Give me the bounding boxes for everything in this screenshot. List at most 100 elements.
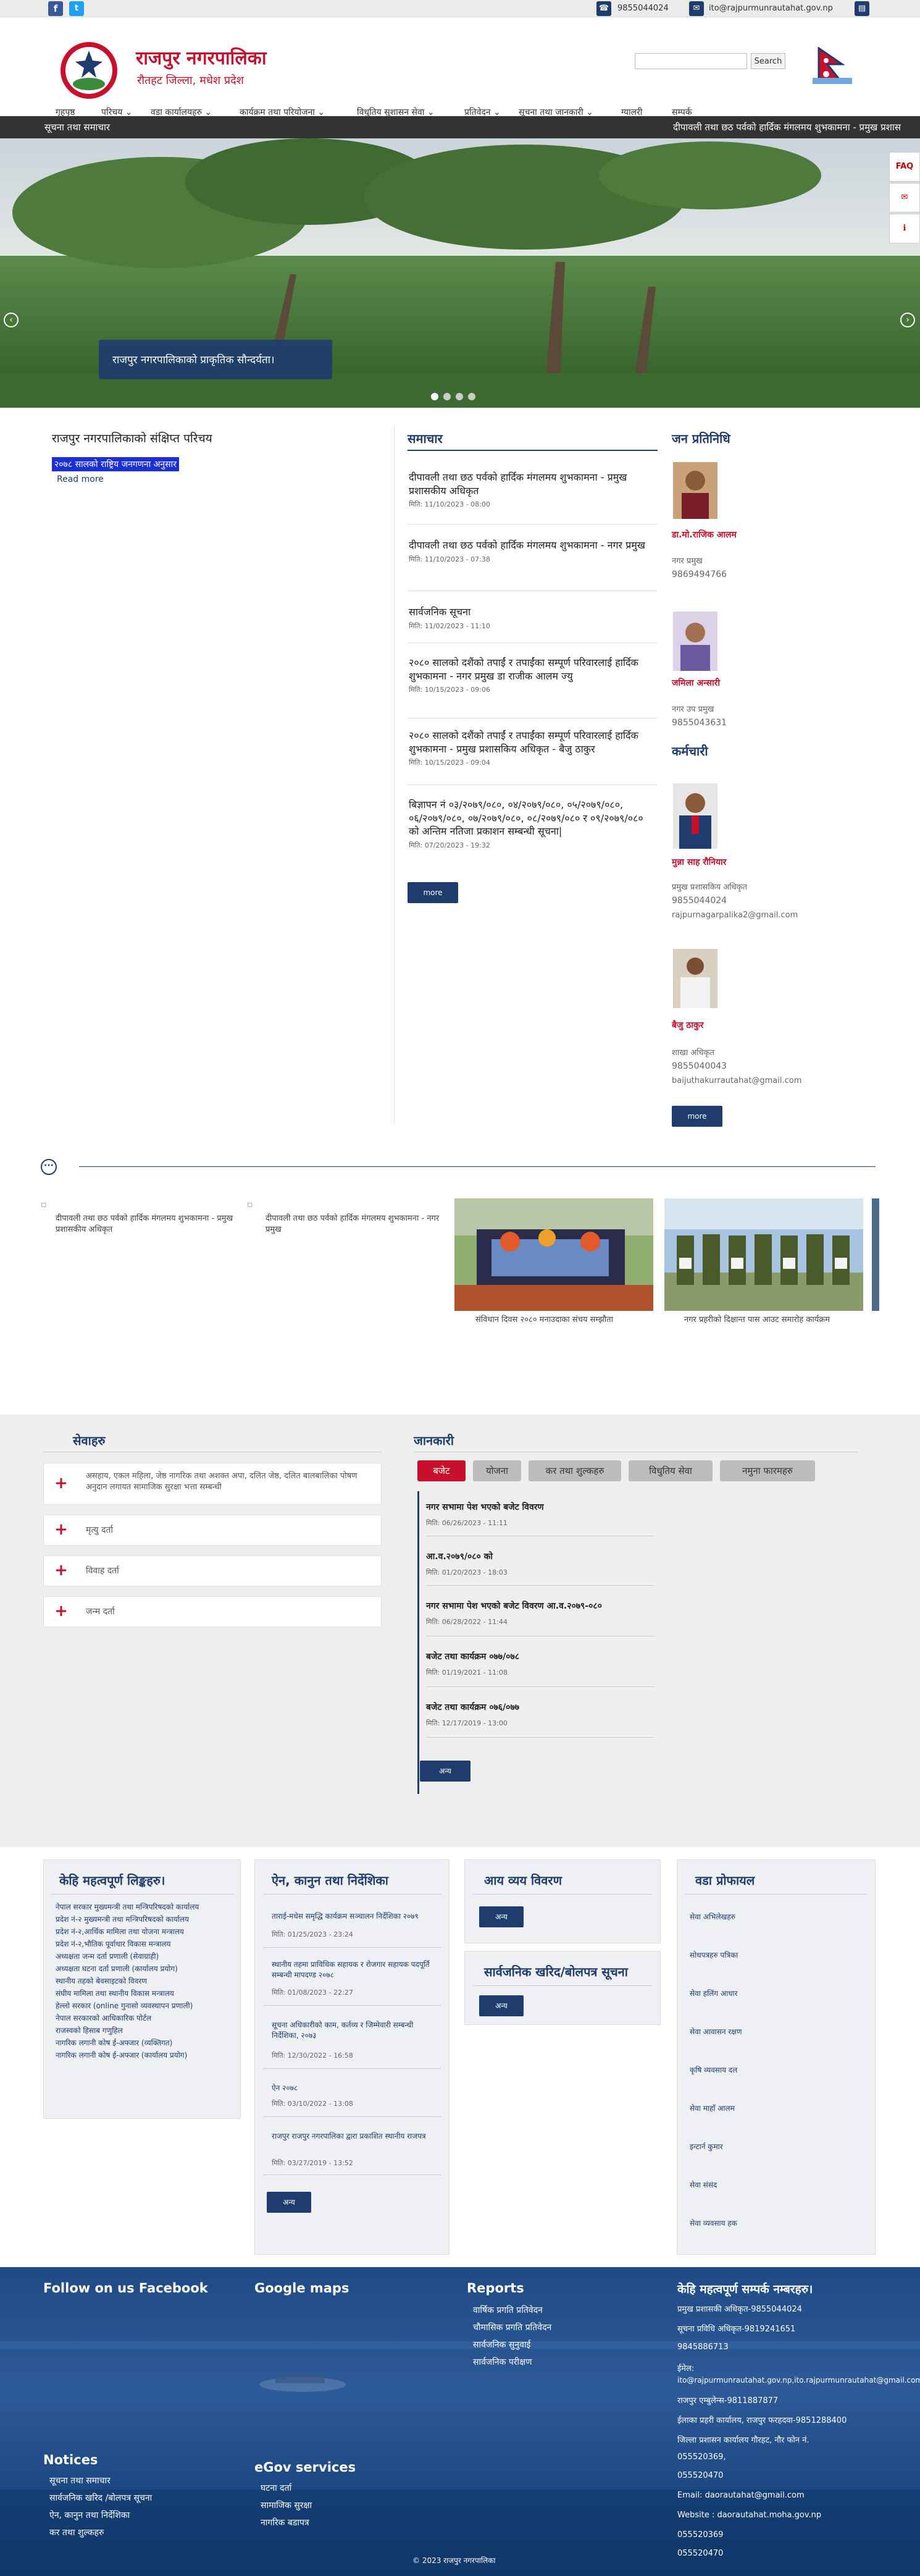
news-item[interactable]: सार्वजनिक सूचना मिति: 11/02/2023 - 11:10: [409, 605, 656, 631]
news-title[interactable]: २०८० सालको दशैंको तपाईं र तपाईंका सम्पूर…: [409, 729, 656, 756]
ward-link[interactable]: सेवा व्यवसाय हक: [690, 2218, 737, 2228]
plus-icon[interactable]: +: [44, 1463, 78, 1504]
footer-report-link[interactable]: वार्षिक प्रगति प्रतिवेदन: [473, 2304, 543, 2316]
gallery-image[interactable]: [664, 1198, 863, 1311]
ticker-text[interactable]: दीपावली तथा छठ पर्वको हार्दिक मंगलमय शुभ…: [673, 121, 920, 133]
footer-contact[interactable]: Website : daorautahat.moha.gov.np: [677, 2511, 821, 2520]
ward-link[interactable]: कृषि व्यवसाय दल: [690, 2065, 737, 2075]
chat-icon[interactable]: ✉: [889, 183, 920, 213]
important-link[interactable]: नागरिक लगानी कोष ई-अफ्जार (व्यक्तिगत): [56, 2037, 172, 2048]
news-title[interactable]: दीपावली तथा छठ पर्वको हार्दिक मंगलमय शुभ…: [409, 471, 656, 497]
footer-egov-link[interactable]: नागरिक बडापत्र: [261, 2517, 309, 2528]
facebook-icon[interactable]: f: [48, 1, 63, 16]
budget-title[interactable]: नगर सभामा पेश भएको बजेट विवरण: [426, 1501, 544, 1513]
news-item[interactable]: २०८० सालको दशैंको तपाईं र तपाईंका सम्पूर…: [409, 729, 656, 767]
plus-icon[interactable]: +: [44, 1515, 78, 1545]
footer-notice-link[interactable]: सार्वजनिक खरिद /बोलपत्र सूचना: [49, 2492, 152, 2504]
important-link[interactable]: अध्यक्षता जन्म दर्ता प्रणाली (सेवाग्राही…: [56, 1951, 159, 1961]
rep-name[interactable]: डा.मो.राजिक आलम: [672, 529, 737, 541]
info-icon[interactable]: ℹ: [889, 214, 920, 243]
service-accordion-item[interactable]: + मृत्यु दर्ता: [43, 1515, 382, 1546]
budget-more-button[interactable]: अन्य: [420, 1761, 470, 1782]
gallery-caption[interactable]: नगर प्रहरीको दिक्षान्त पास आउट समारोह का…: [684, 1315, 851, 1326]
tab-plans[interactable]: योजना: [473, 1460, 521, 1481]
important-link[interactable]: प्रदेश नं-२,आर्थिक मामिला तथा योजना मन्त…: [56, 1926, 184, 1937]
footer-report-link[interactable]: सार्वजनिक परीक्षण: [473, 2356, 532, 2368]
law-title[interactable]: ऐन २०७८: [272, 2083, 432, 2094]
search-input[interactable]: [635, 53, 747, 69]
search-button[interactable]: Search: [751, 53, 785, 69]
service-label[interactable]: मृत्यु दर्ता: [86, 1525, 113, 1537]
top-phone[interactable]: 9855044024: [617, 4, 669, 13]
sitemap-icon[interactable]: ▤: [855, 1, 869, 16]
slider-prev-icon[interactable]: ‹: [4, 313, 19, 327]
footer-notice-link[interactable]: कर तथा शुल्कहरु: [49, 2527, 104, 2538]
staff-email[interactable]: rajpurnagarpalika2@gmail.com: [672, 911, 798, 920]
footer-notice-link[interactable]: सूचना तथा समाचार: [49, 2475, 111, 2486]
ward-link[interactable]: इन्टार्न कुमार: [690, 2141, 723, 2152]
gallery-caption[interactable]: दीपावली तथा छठ पर्वको हार्दिक मंगलमय शुभ…: [56, 1213, 235, 1235]
slider-dot-4[interactable]: [468, 393, 475, 400]
budget-title[interactable]: आ.व.२०७९/०८० को: [426, 1551, 493, 1562]
news-item[interactable]: दीपावली तथा छठ पर्वको हार्दिक मंगलमय शुभ…: [409, 539, 656, 564]
rep-name[interactable]: जमिला अन्सारी: [672, 677, 720, 689]
budget-title[interactable]: बजेट तथा कार्यक्रम ०७६/०७७: [426, 1701, 519, 1713]
twitter-icon[interactable]: t: [69, 1, 84, 16]
news-more-button[interactable]: more: [408, 882, 458, 903]
news-title[interactable]: २०८० सालको दशैंको तपाईं र तपाईंका सम्पूर…: [409, 656, 656, 683]
service-label[interactable]: विवाह दर्ता: [86, 1565, 119, 1578]
staff-name[interactable]: मुन्ना साह रौनियार: [672, 856, 726, 868]
service-label[interactable]: असहाय, एकल महिला, जेष्ठ नागरिक तथा अशक्त…: [86, 1471, 370, 1493]
law-title[interactable]: ताराई-मधेस समृद्धि कार्यक्रम सञ्चालन निर…: [272, 1911, 432, 1922]
news-item[interactable]: दीपावली तथा छठ पर्वको हार्दिक मंगलमय शुभ…: [409, 471, 656, 509]
municipality-logo[interactable]: [54, 40, 123, 101]
gallery-caption[interactable]: दीपावली तथा छठ पर्वको हार्दिक मंगलमय शुभ…: [266, 1213, 445, 1235]
budget-title[interactable]: बजेट तथा कार्यक्रम ०७७/०७८: [426, 1651, 519, 1662]
important-link[interactable]: प्रदेश नं-२,भौतिक पूर्वाधार विकास मन्त्र…: [56, 1938, 170, 1949]
footer-egov-link[interactable]: घटना दर्ता: [261, 2482, 291, 2494]
service-accordion-item[interactable]: + जन्म दर्ता: [43, 1596, 382, 1627]
purchase-more-button[interactable]: अन्य: [479, 1995, 524, 2016]
read-more-link[interactable]: Read more: [57, 474, 104, 484]
important-link[interactable]: राजस्वको हिसाब गणुहिल: [56, 2025, 123, 2035]
service-accordion-item[interactable]: + असहाय, एकल महिला, जेष्ठ नागरिक तथा अशक…: [43, 1463, 382, 1505]
ward-link[interactable]: सेवा माहाँ आलम: [690, 2103, 735, 2113]
footer-notice-link[interactable]: ऐन, कानुन तथा निर्देशिका: [49, 2509, 130, 2521]
top-email[interactable]: ito@rajpurmunrautahat.gov.np: [709, 4, 833, 13]
slider-dot-2[interactable]: [443, 393, 451, 400]
staff-email[interactable]: baijuthakurrautahat@gmail.com: [672, 1076, 801, 1085]
tab-eservices[interactable]: विधुतिय सेवा: [629, 1460, 713, 1481]
budget-title[interactable]: नगर सभामा पेश भएको बजेट विवरण आ.व.२०७९-०…: [426, 1600, 602, 1612]
important-link[interactable]: नागरिक लगानी कोष ई-अफ्जार (कार्यालय प्रय…: [56, 2050, 187, 2060]
law-title[interactable]: स्थानीय तहमा प्राविधिक सहायक र रोजगार सह…: [272, 1959, 432, 1980]
tab-taxes[interactable]: कर तथा शुल्कहरु: [529, 1460, 621, 1481]
plus-icon[interactable]: +: [44, 1556, 78, 1586]
news-item[interactable]: २०८० सालको दशैंको तपाईं र तपाईंका सम्पूर…: [409, 656, 656, 694]
ward-link[interactable]: सेवा संसंद: [690, 2179, 717, 2190]
slider-next-icon[interactable]: ›: [900, 313, 915, 327]
faq-button[interactable]: FAQ: [889, 152, 920, 182]
ward-link[interactable]: सेवा अभिलेखहरु: [690, 1911, 735, 1922]
ward-link[interactable]: सेवा आवासन रक्षण: [690, 2026, 742, 2037]
laws-more-button[interactable]: अन्य: [267, 2192, 311, 2213]
important-link[interactable]: अध्यक्षता घटना दर्ता प्रणाली (कार्यालय प…: [56, 1963, 178, 1974]
important-link[interactable]: प्रदेश नं-२ मुख्यमन्त्री तथा मन्त्रिपरिष…: [56, 1914, 189, 1924]
news-title[interactable]: दीपावली तथा छठ पर्वको हार्दिक मंगलमय शुभ…: [409, 539, 656, 552]
news-title[interactable]: बिज्ञापन नं ०३/२०७९/०८०, ०४/२०७९/०८०, ०५…: [409, 798, 656, 838]
service-accordion-item[interactable]: + विवाह दर्ता: [43, 1555, 382, 1586]
important-link[interactable]: हेल्लो सरकार (online गुनासो व्यवस्थापन प…: [56, 2000, 193, 2011]
important-link[interactable]: नेपाल सरकार मुख्यमन्त्री तथा मन्त्रिपरिष…: [56, 1901, 199, 1912]
footer-report-link[interactable]: सार्वजनिक सुनुवाई: [473, 2339, 530, 2351]
footer-contact-email[interactable]: ito@rajpurmunrautahat.gov.np,ito.rajpurm…: [677, 2376, 920, 2384]
footer-egov-link[interactable]: सामाजिक सुरक्षा: [261, 2499, 312, 2511]
important-link[interactable]: संघीय मामिला तथा स्थानीय विकास मन्त्रालय: [56, 1988, 174, 1998]
law-title[interactable]: सूचना अधिकारीको काम, कर्तव्य र जिम्मेवार…: [272, 2020, 432, 2041]
reps-more-button[interactable]: more: [672, 1106, 722, 1127]
law-title[interactable]: राजपुर राजपुर नगरपालिका द्वारा प्रकाशित …: [272, 2131, 432, 2142]
gallery-caption[interactable]: संविधान दिवस २०८० मनाउदाका संचय सम्झौता: [475, 1315, 636, 1326]
news-title[interactable]: सार्वजनिक सूचना: [409, 605, 656, 619]
ward-link[interactable]: सेवा हलिंग आधार: [690, 1988, 738, 1998]
slider-dot-1[interactable]: [431, 393, 438, 400]
slider-dot-3[interactable]: [456, 393, 463, 400]
important-link[interactable]: नेपाल सरकारको आधिकारिक पोर्टल: [56, 2013, 151, 2023]
